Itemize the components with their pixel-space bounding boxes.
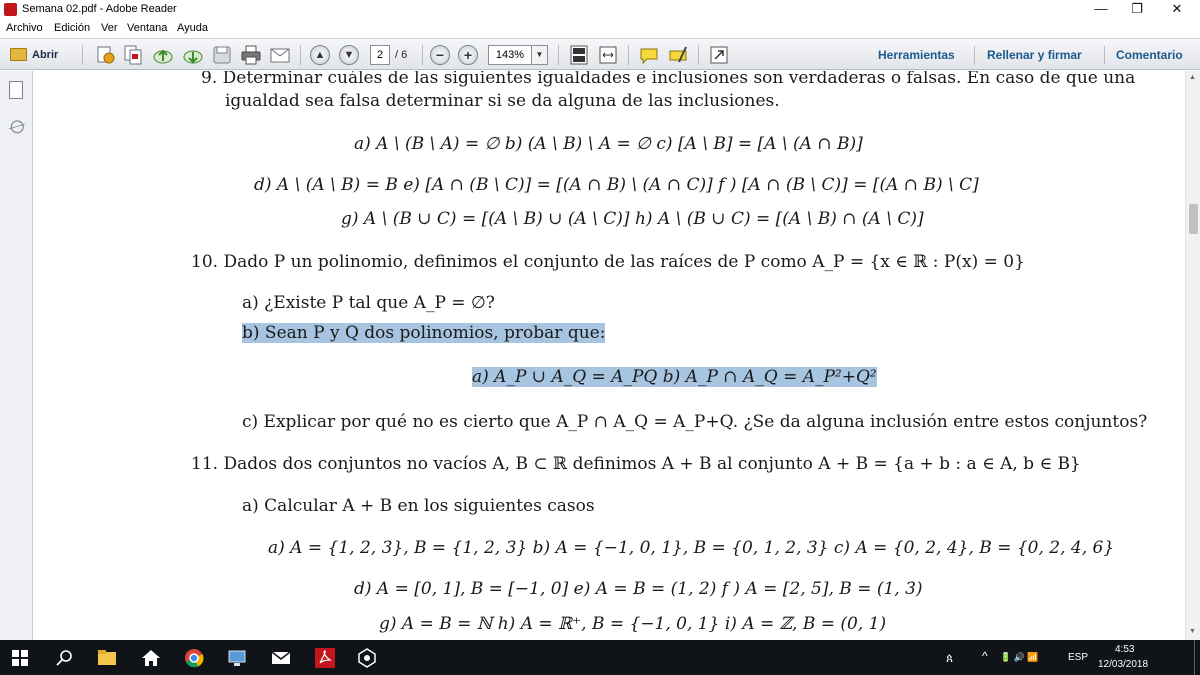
share-cloud-icon[interactable] (182, 44, 204, 66)
exercise-11-row-1: a) A = {1, 2, 3}, B = {1, 2, 3} b) A = {… (268, 538, 1115, 558)
zoom-out-button[interactable]: − (430, 45, 450, 65)
toolbar-separator (974, 46, 975, 64)
comment-panel-link[interactable]: Comentario (1116, 48, 1183, 62)
next-page-button[interactable]: ▼ (339, 45, 359, 65)
toolbar-separator (628, 45, 629, 65)
app-settings-icon[interactable] (356, 647, 378, 669)
system-tray-icons[interactable]: 🔋 🔊 📶 (1000, 652, 1039, 663)
people-icon[interactable]: ጰ (946, 651, 953, 666)
chrome-icon[interactable] (183, 647, 205, 669)
selected-text[interactable]: a) A_P ∪ A_Q = A_PQ b) A_P ∩ A_Q = A_P²+… (472, 367, 877, 387)
menu-bar: Archivo Edición Ver Ventana Ayuda (0, 20, 1200, 38)
tools-panel-link[interactable]: Herramientas (878, 48, 955, 62)
mail-icon[interactable] (270, 647, 292, 669)
toolbar-separator (698, 45, 699, 65)
menu-ver[interactable]: Ver (101, 22, 118, 34)
combine-files-icon[interactable] (122, 44, 144, 66)
sticky-note-icon[interactable] (638, 44, 660, 66)
window-title: Semana 02.pdf - Adobe Reader (22, 3, 177, 15)
exercise-11-line-1: 11. Dados dos conjuntos no vacíos A, B ⊂… (191, 454, 1081, 474)
exercise-9-row-2: d) A \ (A \ B) = B e) [A ∩ (B \ C)] = [(… (254, 175, 979, 195)
pdf-document-view[interactable]: 9. Determinar cuáles de las siguientes i… (34, 71, 1184, 640)
scrollbar-thumb[interactable] (1189, 204, 1198, 234)
exercise-10-item-b-parts: a) A_P ∪ A_Q = A_PQ b) A_P ∩ A_Q = A_P²+… (472, 367, 877, 387)
attachments-icon[interactable]: ∅ (4, 114, 29, 140)
expand-icon[interactable] (708, 44, 730, 66)
exercise-9-line-1: 9. Determinar cuáles de las siguientes i… (201, 71, 1136, 88)
fit-page-icon[interactable] (568, 44, 590, 66)
exercise-9-row-1: a) A \ (B \ A) = ∅ b) (A \ B) \ A = ∅ c)… (354, 134, 863, 154)
navigation-panel: ∅ (0, 71, 33, 640)
save-icon[interactable] (211, 44, 233, 66)
toolbar-separator (558, 45, 559, 65)
email-icon[interactable] (269, 44, 291, 66)
fill-sign-panel-link[interactable]: Rellenar y firmar (987, 48, 1082, 62)
toolbar: Abrir ▲ ▼ 2 / 6 − + 143% ▼ Herramientas … (0, 38, 1200, 70)
file-explorer-icon[interactable] (96, 647, 118, 669)
scroll-up-arrow-icon[interactable]: ▲ (1189, 74, 1196, 81)
zoom-dropdown-button[interactable]: ▼ (532, 45, 548, 65)
print-icon[interactable] (240, 44, 262, 66)
toolbar-separator (1104, 46, 1105, 64)
menu-archivo[interactable]: Archivo (6, 22, 43, 34)
toolbar-separator (422, 45, 423, 65)
close-button[interactable]: ✕ (1154, 0, 1200, 20)
toolbar-separator (82, 45, 83, 65)
exercise-11-row-2: d) A = [0, 1], B = [−1, 0] e) A = B = (1… (354, 579, 923, 599)
show-hidden-icons-chevron-icon[interactable]: ^ (982, 649, 988, 663)
exercise-10-item-a: a) ¿Existe P tal que A_P = ∅? (242, 293, 495, 313)
open-label: Abrir (32, 49, 59, 61)
menu-ventana[interactable]: Ventana (127, 22, 167, 34)
zoom-level-input[interactable]: 143% (488, 45, 532, 65)
vertical-scrollbar[interactable]: ▲ ▼ (1185, 71, 1200, 640)
folder-icon (10, 48, 27, 61)
clock-time[interactable]: 4:53 (1115, 644, 1134, 655)
clock-date[interactable]: 12/03/2018 (1098, 659, 1148, 670)
adobe-reader-taskbar-icon[interactable] (314, 647, 336, 669)
toolbar-separator (300, 45, 301, 65)
network-computer-icon[interactable] (226, 647, 248, 669)
start-button-windows-icon[interactable] (12, 650, 28, 666)
highlight-icon[interactable] (667, 44, 689, 66)
menu-edicion[interactable]: Edición (54, 22, 90, 34)
search-icon[interactable] (54, 647, 76, 669)
zoom-in-button[interactable]: + (458, 45, 478, 65)
exercise-10-item-c: c) Explicar por qué no es cierto que A_P… (242, 412, 1148, 432)
open-button[interactable]: Abrir (6, 44, 72, 66)
scroll-down-arrow-icon[interactable]: ▼ (1189, 628, 1196, 635)
page-total: / 6 (395, 49, 408, 61)
exercise-10-item-b: b) Sean P y Q dos polinomios, probar que… (242, 323, 606, 343)
create-pdf-icon[interactable] (94, 44, 116, 66)
exercise-11-row-3: g) A = B = ℕ h) A = ℝ⁺, B = {−1, 0, 1} i… (379, 614, 887, 634)
menu-ayuda[interactable]: Ayuda (177, 22, 208, 34)
exercise-9-row-3: g) A \ (B ∪ C) = [(A \ B) ∪ (A \ C)] h) … (341, 209, 924, 229)
exercise-11-item-a: a) Calcular A + B en los siguientes caso… (242, 496, 595, 516)
exercise-9-line-2: igualdad sea falsa determinar si se da a… (225, 91, 780, 111)
windows-taskbar: ጰ ^ 🔋 🔊 📶 ESP 4:53 12/03/2018 (0, 640, 1200, 675)
adobe-reader-icon (4, 3, 17, 16)
input-language[interactable]: ESP (1068, 652, 1088, 663)
fit-width-icon[interactable] (597, 44, 619, 66)
page-thumbnails-icon[interactable] (9, 78, 26, 99)
previous-page-button[interactable]: ▲ (310, 45, 330, 65)
home-icon[interactable] (140, 647, 162, 669)
cloud-upload-icon[interactable] (152, 44, 174, 66)
show-desktop-button[interactable] (1194, 640, 1195, 675)
title-bar: Semana 02.pdf - Adobe Reader — ❐ ✕ (0, 0, 1200, 20)
exercise-10-line-1: 10. Dado P un polinomio, definimos el co… (191, 252, 1025, 272)
selected-text[interactable]: b) Sean P y Q dos polinomios, probar que… (242, 323, 606, 343)
page-number-input[interactable]: 2 (370, 45, 390, 65)
